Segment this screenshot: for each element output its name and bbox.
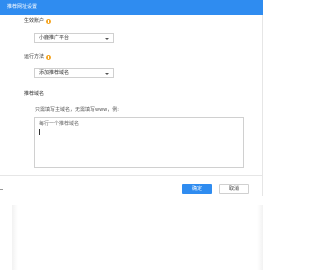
- footer-divider: [0, 175, 263, 176]
- info-icon[interactable]: [46, 55, 52, 60]
- domains-placeholder: 每行一个推荐域名: [39, 121, 80, 127]
- method-select[interactable]: 添加推荐域名: [34, 68, 114, 78]
- domains-hint: 只需填写主域名，无需填写www，例:: [35, 107, 119, 113]
- account-label-row: 生效账户: [24, 18, 52, 25]
- method-select-value: 添加推荐域名: [39, 70, 70, 76]
- cancel-button[interactable]: 取消: [219, 184, 249, 194]
- domains-textarea[interactable]: 每行一个推荐域名: [34, 117, 244, 168]
- method-label: 运行方法: [24, 54, 45, 60]
- backdrop-shadow-left: [12, 205, 18, 270]
- account-select[interactable]: 小鹿推广平台: [34, 33, 114, 43]
- edge-mark: [0, 189, 3, 190]
- domains-label: 推荐域名: [24, 91, 45, 97]
- dialog-titlebar: 推荐网址设置: [0, 0, 263, 15]
- chevron-down-icon: [105, 38, 109, 40]
- text-cursor: [39, 129, 40, 135]
- domains-label-row: 推荐域名: [24, 91, 44, 98]
- method-label-row: 运行方法: [24, 54, 52, 61]
- chevron-down-icon: [105, 73, 109, 75]
- info-icon[interactable]: [46, 19, 52, 24]
- account-select-value: 小鹿推广平台: [39, 35, 70, 41]
- dialog-title: 推荐网址设置: [7, 4, 38, 10]
- ok-button[interactable]: 确定: [182, 184, 212, 194]
- account-label: 生效账户: [24, 18, 45, 24]
- settings-dialog: 推荐网址设置 生效账户 小鹿推广平台 运行方法 添加推荐域名 推荐域名 只需填写…: [0, 0, 263, 196]
- backdrop-shadow-right: [257, 205, 263, 270]
